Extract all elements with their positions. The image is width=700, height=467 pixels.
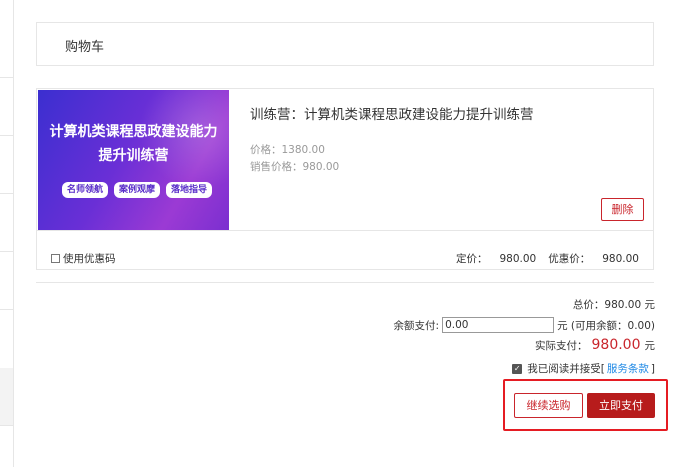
summary-divider (36, 282, 654, 283)
agree-text: 我已阅读并接受[ (527, 363, 605, 375)
balance-input[interactable] (442, 317, 555, 333)
agree-close: ] (650, 362, 655, 375)
coupon-option[interactable]: 使用优惠码 (51, 251, 116, 266)
page-title: 购物车 (65, 40, 105, 55)
continue-shopping-button[interactable]: 继续选购 (514, 393, 583, 418)
banner-title-line1: 计算机类课程思政建设能力 (49, 124, 218, 140)
nav-slot[interactable] (0, 0, 13, 78)
left-nav (0, 0, 14, 467)
sale-price-label: 销售价格： (250, 161, 303, 173)
discount-price-value: 980.00 (602, 253, 639, 265)
course-name[interactable]: 训练营：计算机类课程思政建设能力提升训练营 (250, 103, 534, 123)
price-label: 价格： (250, 144, 282, 156)
actual-currency: 元 (644, 340, 656, 352)
price-value: 1380.00 (281, 144, 325, 156)
banner-tag: 名师领航 (62, 182, 109, 198)
balance-label: 余额支付: (393, 319, 440, 332)
actual-amount: 980.00 (591, 337, 641, 353)
cart-item: 计算机类课程思政建设能力 提升训练营 名师领航 案例观摩 落地指导 训练营：计算… (36, 88, 654, 270)
nav-slot-active[interactable] (0, 368, 13, 426)
nav-slot[interactable] (0, 252, 13, 310)
pay-now-button[interactable]: 立即支付 (587, 393, 655, 418)
nav-slot[interactable] (0, 194, 13, 252)
terms-agreement: ✓ 我已阅读并接受[ 服务条款 ] (512, 361, 655, 376)
actual-payment: 实际支付： 980.00 元 (535, 337, 655, 353)
banner-tags: 名师领航 案例观摩 落地指导 (62, 182, 212, 198)
list-price-label: 定价： (456, 253, 488, 265)
list-price-value: 980.00 (499, 253, 537, 265)
actual-label: 实际支付： (535, 340, 588, 352)
balance-payment: 余额支付: 元 (可用余额：0.00) (394, 317, 655, 333)
discount-price: 优惠价： 980.00 (548, 253, 639, 265)
total-value: 980.00 (604, 299, 642, 311)
balance-available: 元 (可用余额：0.00) (557, 319, 655, 332)
sale-price: 销售价格：980.00 (250, 159, 339, 174)
cart-header: 购物车 (36, 22, 654, 66)
original-price: 价格：1380.00 (250, 142, 325, 157)
currency: 元 (644, 299, 656, 311)
item-divider (37, 230, 653, 231)
total-price: 总价：980.00 元 (573, 297, 655, 312)
agree-checkbox[interactable]: ✓ (512, 363, 523, 374)
sale-price-value: 980.00 (302, 161, 340, 173)
banner-title-line2: 提升训练营 (98, 148, 169, 164)
item-totals: 定价： 980.00 优惠价： 980.00 (456, 251, 639, 266)
nav-slot[interactable] (0, 136, 13, 194)
coupon-checkbox[interactable] (51, 254, 60, 263)
terms-link[interactable]: 服务条款 (607, 361, 649, 376)
total-label: 总价： (572, 299, 605, 311)
coupon-label: 使用优惠码 (63, 253, 116, 265)
banner-tag: 案例观摩 (113, 182, 160, 198)
course-banner-image[interactable]: 计算机类课程思政建设能力 提升训练营 名师领航 案例观摩 落地指导 (38, 90, 229, 230)
list-price: 定价： 980.00 (456, 253, 536, 265)
nav-slot[interactable] (0, 78, 13, 136)
delete-button[interactable]: 删除 (601, 198, 644, 221)
discount-price-label: 优惠价： (548, 253, 591, 265)
banner-tag: 落地指导 (165, 182, 212, 198)
